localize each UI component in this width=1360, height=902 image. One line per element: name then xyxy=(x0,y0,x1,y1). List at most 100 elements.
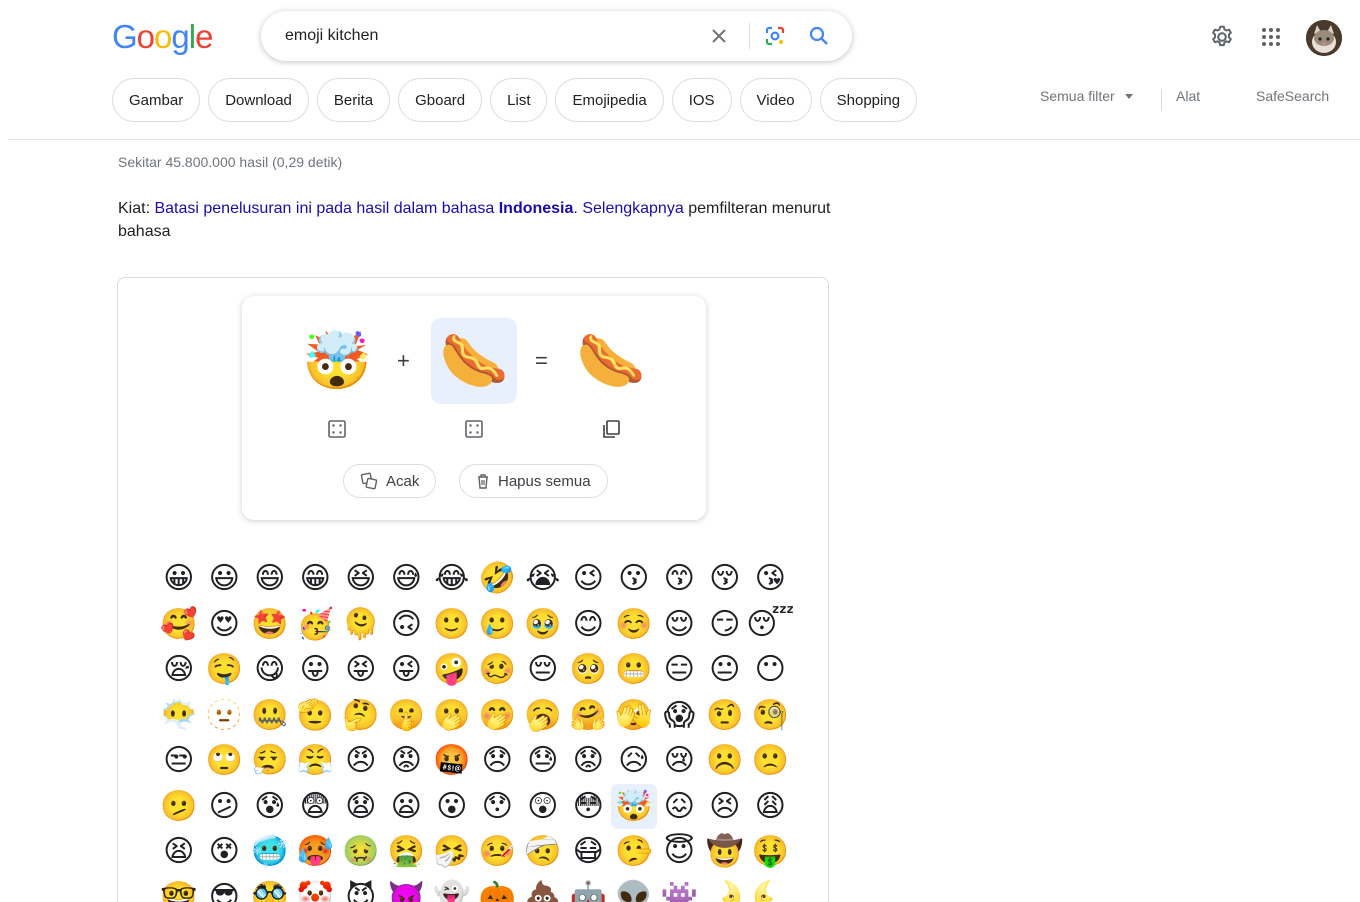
emoji-option[interactable]: 😂 xyxy=(429,556,475,602)
emoji-option[interactable]: 😊 xyxy=(566,602,612,648)
emoji-option[interactable]: 😡 xyxy=(384,738,430,784)
tools-button[interactable]: Alat xyxy=(1176,88,1200,104)
emoji-option[interactable]: 😲 xyxy=(520,784,566,830)
close-icon[interactable] xyxy=(707,24,731,48)
emoji-option[interactable]: 😇 xyxy=(657,829,703,875)
emoji-option[interactable]: 🥲 xyxy=(475,602,521,648)
all-filters-button[interactable]: Semua filter xyxy=(1040,88,1133,104)
emoji-option[interactable]: 😮 xyxy=(429,784,475,830)
learn-more-link[interactable]: Selengkapnya xyxy=(582,200,683,217)
apps-grid-icon[interactable] xyxy=(1259,25,1283,49)
emoji-option[interactable]: 🤓 xyxy=(156,875,202,902)
emoji-option[interactable]: 😶‍🌫️ xyxy=(156,693,202,739)
emoji-option[interactable]: 😄 xyxy=(247,556,293,602)
gear-icon[interactable] xyxy=(1209,24,1235,50)
emoji-option[interactable]: 🫠 xyxy=(338,602,384,648)
emoji-option[interactable]: 😳 xyxy=(566,784,612,830)
emoji-option[interactable]: 😀 xyxy=(156,556,202,602)
emoji-option[interactable]: 😨 xyxy=(293,784,339,830)
dice-icon[interactable] xyxy=(326,418,348,440)
emoji-option[interactable]: 😃 xyxy=(202,556,248,602)
emoji-option[interactable]: 🥵 xyxy=(293,829,339,875)
emoji-option[interactable]: 🌛 xyxy=(702,875,748,902)
emoji-option[interactable]: 😵 xyxy=(202,829,248,875)
emoji-option[interactable]: 🌜 xyxy=(748,875,794,902)
emoji-option[interactable]: ☹️ xyxy=(702,738,748,784)
emoji-option[interactable]: 😔 xyxy=(520,647,566,693)
emoji-option[interactable]: 🥸 xyxy=(247,875,293,902)
emoji-option[interactable]: 🤒 xyxy=(475,829,521,875)
emoji-option[interactable]: 😣 xyxy=(702,784,748,830)
emoji-option[interactable]: 🥱 xyxy=(520,693,566,739)
emoji-option[interactable]: 🤪 xyxy=(429,647,475,693)
emoji-option[interactable]: 😯 xyxy=(475,784,521,830)
emoji-option[interactable]: 👾 xyxy=(657,875,703,902)
emoji-option[interactable]: 😕 xyxy=(202,784,248,830)
emoji-option[interactable]: ☺️ xyxy=(611,602,657,648)
copy-icon[interactable] xyxy=(600,418,622,440)
emoji-option[interactable]: 😘 xyxy=(748,556,794,602)
emoji-option[interactable]: 🤔 xyxy=(338,693,384,739)
emoji-option[interactable]: 😗 xyxy=(611,556,657,602)
emoji-option[interactable]: 😋 xyxy=(247,647,293,693)
emoji-option[interactable]: 😜 xyxy=(384,647,430,693)
emoji-option[interactable]: 😉 xyxy=(566,556,612,602)
emoji-option[interactable]: 🥶 xyxy=(247,829,293,875)
emoji-option[interactable]: 😷 xyxy=(566,829,612,875)
emoji-option[interactable]: 🤗 xyxy=(566,693,612,739)
emoji-option[interactable]: 🥳 xyxy=(293,602,339,648)
emoji-option[interactable]: 🫣 xyxy=(611,693,657,739)
emoji-option[interactable]: 😆 xyxy=(338,556,384,602)
clear-all-button[interactable]: Hapus semua xyxy=(459,464,608,498)
chip-gboard[interactable]: Gboard xyxy=(398,78,483,122)
google-logo[interactable]: Google xyxy=(112,18,213,56)
emoji-option[interactable]: 😭 xyxy=(520,556,566,602)
emoji-option[interactable]: 😎 xyxy=(202,875,248,902)
chip-shopping[interactable]: Shopping xyxy=(819,78,918,122)
emoji-option[interactable]: 😚 xyxy=(702,556,748,602)
emoji-option[interactable]: 🙄 xyxy=(202,738,248,784)
emoji-option[interactable]: 🤨 xyxy=(702,693,748,739)
restrict-language-link[interactable]: Batasi penelusuran ini pada hasil dalam … xyxy=(154,200,494,217)
emoji-option[interactable]: 🧐 xyxy=(748,693,794,739)
chip-berita[interactable]: Berita xyxy=(316,78,391,122)
emoji-option[interactable]: 😒 xyxy=(156,738,202,784)
chip-ios[interactable]: IOS xyxy=(671,78,732,122)
emoji-option[interactable]: 😈 xyxy=(338,875,384,902)
emoji-option[interactable]: 🤖 xyxy=(566,875,612,902)
emoji-option[interactable]: 😮‍💨 xyxy=(247,738,293,784)
emoji-option[interactable]: 🤧 xyxy=(429,829,475,875)
emoji-option[interactable]: 😢 xyxy=(657,738,703,784)
chip-emojipedia[interactable]: Emojipedia xyxy=(555,78,664,122)
emoji-option[interactable]: 😪 xyxy=(156,647,202,693)
chip-download[interactable]: Download xyxy=(208,78,309,122)
first-emoji-slot[interactable]: 🤯 xyxy=(294,318,380,404)
emoji-option[interactable]: 🫥 xyxy=(202,693,248,739)
emoji-option[interactable]: 🤕 xyxy=(520,829,566,875)
emoji-option[interactable]: 🤤 xyxy=(202,647,248,693)
emoji-option[interactable]: 😬 xyxy=(611,647,657,693)
emoji-option[interactable]: 😠 xyxy=(338,738,384,784)
emoji-option[interactable]: 😓 xyxy=(520,738,566,784)
emoji-option[interactable]: 😏 xyxy=(702,602,748,648)
emoji-option[interactable]: 🤠 xyxy=(702,829,748,875)
dice-icon[interactable] xyxy=(463,418,485,440)
emoji-option[interactable]: 😌 xyxy=(657,602,703,648)
emoji-option[interactable]: 👿 xyxy=(384,875,430,902)
emoji-option[interactable]: 🤯 xyxy=(611,783,657,829)
emoji-option[interactable]: 🤐 xyxy=(247,693,293,739)
chip-gambar[interactable]: Gambar xyxy=(112,78,201,122)
emoji-option[interactable]: 😙 xyxy=(657,556,703,602)
emoji-option[interactable]: 😶 xyxy=(748,647,794,693)
emoji-option[interactable]: 🥰 xyxy=(156,602,202,648)
emoji-option[interactable]: 😰 xyxy=(247,784,293,830)
search-input[interactable] xyxy=(285,11,705,61)
emoji-option[interactable]: 🥺 xyxy=(566,647,612,693)
emoji-option[interactable]: 🥴 xyxy=(475,647,521,693)
emoji-option[interactable]: 😖 xyxy=(657,784,703,830)
emoji-option[interactable]: 😝 xyxy=(338,647,384,693)
emoji-option[interactable]: 🥹 xyxy=(520,602,566,648)
emoji-option[interactable]: 😤 xyxy=(293,738,339,784)
emoji-option[interactable]: 🤬 xyxy=(429,738,475,784)
random-button[interactable]: Acak xyxy=(343,464,437,498)
